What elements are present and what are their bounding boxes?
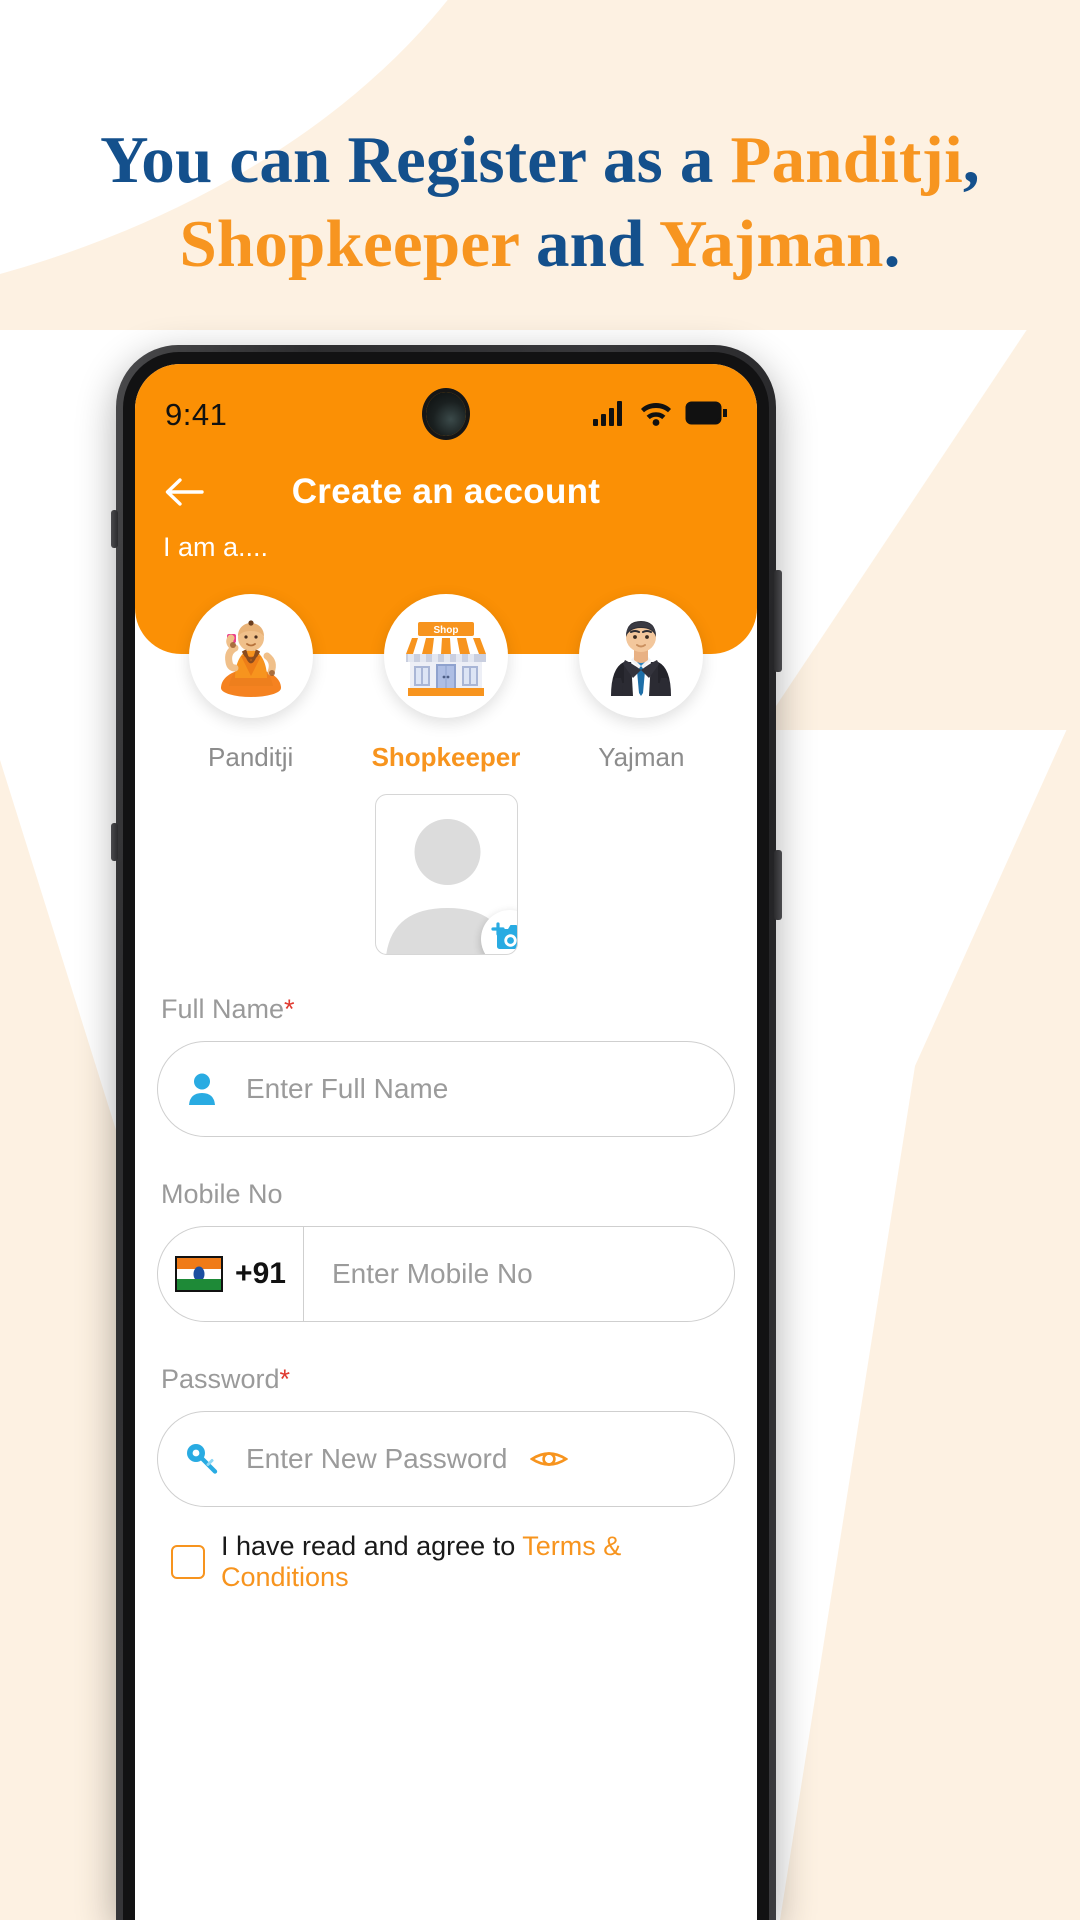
shop-storefront-illustration: Shop: [405, 622, 486, 696]
mobile-no-label-text: Mobile No: [161, 1179, 283, 1209]
page-title: Create an account: [291, 472, 601, 511]
field-full-name: Full Name* Enter Full Name: [157, 994, 735, 1137]
app-bar: Create an account: [135, 458, 757, 526]
promo-text-highlight-panditji: Panditji: [730, 123, 963, 197]
full-name-placeholder[interactable]: Enter Full Name: [246, 1073, 448, 1105]
businessman-illustration: [611, 621, 672, 696]
promo-text-segment: You can Register as a: [100, 123, 731, 197]
priest-illustration: [220, 620, 281, 697]
password-label: Password*: [161, 1364, 735, 1395]
promo-headline-line-1: You can Register as a Panditji,: [0, 118, 1080, 202]
terms-text-prefix: I have read and agree to: [221, 1531, 523, 1561]
mobile-no-label: Mobile No: [161, 1179, 735, 1210]
password-label-text: Password: [161, 1364, 280, 1394]
shop-sign-text: Shop: [433, 625, 458, 636]
volume-button[interactable]: [774, 570, 782, 672]
mobile-no-input-wrapper[interactable]: +91 Enter Mobile No: [157, 1226, 735, 1322]
toggle-password-visibility-button[interactable]: [507, 1446, 591, 1472]
role-icon-shopkeeper: Shop: [383, 594, 508, 718]
password-input-wrapper[interactable]: Enter New Password: [157, 1411, 735, 1507]
password-required-asterisk: *: [279, 1364, 291, 1394]
add-camera-icon: [490, 922, 517, 949]
india-flag-icon: [175, 1256, 224, 1292]
avatar-placeholder-box[interactable]: [374, 794, 518, 955]
role-selector: Panditji Shop Shopkeeper Yajman: [135, 594, 757, 773]
full-name-label: Full Name*: [161, 994, 735, 1025]
status-bar: 9:41: [135, 392, 757, 438]
required-asterisk: *: [284, 994, 295, 1024]
terms-agreement-row[interactable]: I have read and agree to Terms & Conditi…: [171, 1531, 735, 1593]
avatar-upload-area[interactable]: [135, 794, 757, 955]
field-mobile-no: Mobile No +91 Enter Mobile No: [157, 1179, 735, 1322]
phone-screen: 9:41 Create an account I am a.... Pandit…: [135, 364, 757, 1920]
battery-full-icon: [685, 401, 728, 430]
terms-text: I have read and agree to Terms & Conditi…: [221, 1531, 735, 1593]
terms-checkbox[interactable]: [171, 1545, 205, 1579]
promo-headline-line-2: Shopkeeper and Yajman.: [0, 202, 1080, 286]
bg-cream-right-lower-shape: [780, 700, 1080, 1920]
registration-form: Full Name* Enter Full Name Mobile No +91…: [135, 994, 757, 1593]
promo-text-highlight-shopkeeper: Shopkeeper: [179, 207, 519, 281]
back-button[interactable]: [161, 468, 209, 516]
role-label-yajman: Yajman: [598, 742, 685, 772]
role-label-panditji: Panditji: [208, 742, 294, 772]
i-am-a-label: I am a....: [163, 532, 269, 562]
arrow-left-icon: [165, 478, 204, 506]
role-option-yajman[interactable]: Yajman: [555, 594, 727, 773]
status-bar-icons: [593, 400, 728, 431]
promo-text-and: and: [519, 207, 660, 281]
role-label-shopkeeper: Shopkeeper: [371, 742, 521, 772]
wifi-icon: [640, 400, 672, 431]
left-side-button-2[interactable]: [111, 823, 118, 861]
field-password: Password* Enter New Password: [157, 1364, 735, 1507]
promo-text-comma: ,: [962, 123, 980, 197]
status-bar-time: 9:41: [165, 397, 228, 432]
eye-icon: [530, 1452, 569, 1466]
promo-text-highlight-yajman: Yajman: [659, 207, 884, 281]
power-button[interactable]: [774, 850, 782, 920]
phone-mockup: 9:41 Create an account I am a.... Pandit…: [111, 345, 782, 1920]
signal-bars-icon: [593, 400, 627, 431]
role-option-panditji[interactable]: Panditji: [165, 594, 337, 773]
role-icon-panditji: [188, 594, 313, 718]
left-side-button-1[interactable]: [111, 510, 118, 548]
person-icon: [158, 1072, 246, 1106]
password-placeholder[interactable]: Enter New Password: [246, 1443, 507, 1475]
key-icon: [158, 1442, 246, 1476]
full-name-label-text: Full Name: [161, 994, 285, 1024]
country-code-text: +91: [235, 1257, 286, 1290]
promo-text-period: .: [883, 207, 901, 281]
full-name-input-wrapper[interactable]: Enter Full Name: [157, 1041, 735, 1137]
mobile-no-placeholder[interactable]: Enter Mobile No: [304, 1258, 533, 1290]
country-code-selector[interactable]: +91: [158, 1227, 304, 1321]
role-icon-yajman: [579, 594, 704, 718]
role-option-shopkeeper[interactable]: Shop Shopkeeper: [360, 594, 532, 773]
promo-headline: You can Register as a Panditji, Shopkeep…: [0, 118, 1080, 286]
